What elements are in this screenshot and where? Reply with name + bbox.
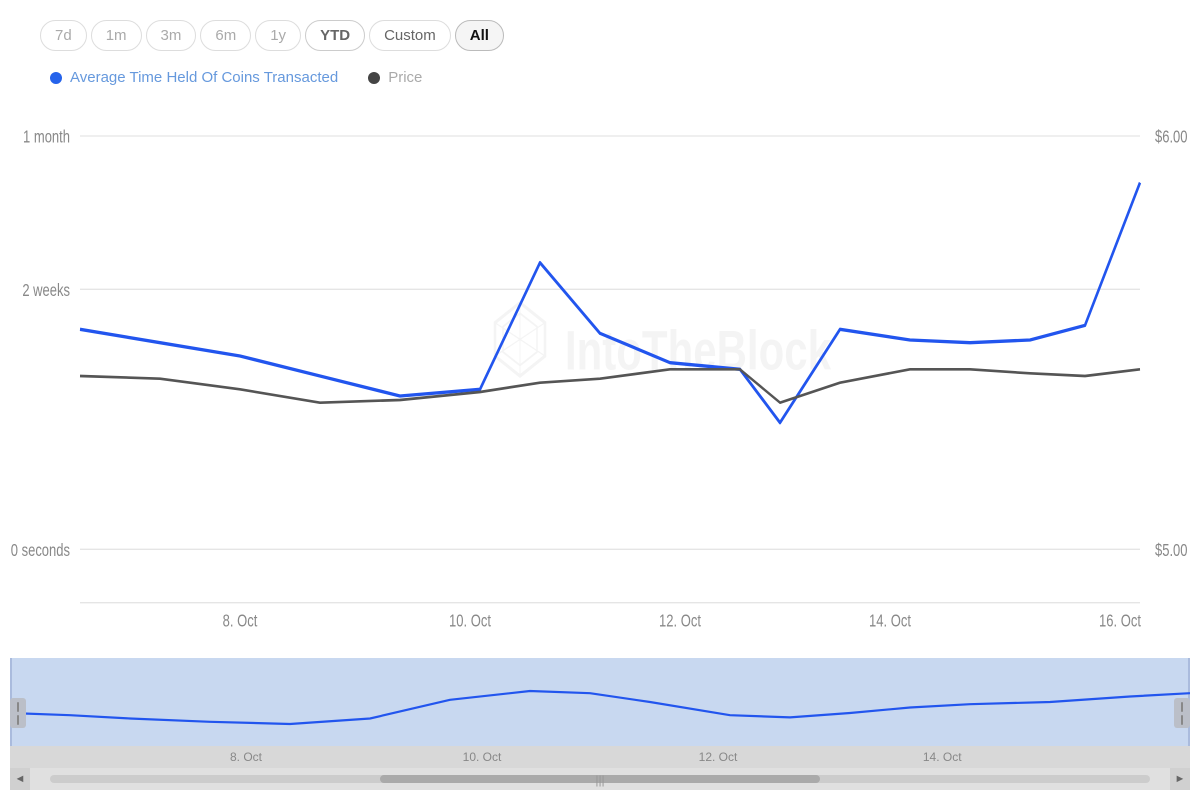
navigator-handle-right[interactable] <box>1174 698 1190 728</box>
svg-text:12. Oct: 12. Oct <box>659 612 702 631</box>
svg-text:IntoTheBlock: IntoTheBlock <box>565 320 831 382</box>
handle-lines-right <box>1181 702 1183 725</box>
legend-price: Price <box>368 69 422 86</box>
btn-all[interactable]: All <box>455 20 504 51</box>
svg-text:8. Oct: 8. Oct <box>223 612 258 631</box>
btn-1y[interactable]: 1y <box>255 20 301 51</box>
navigator-handle-left[interactable] <box>10 698 26 728</box>
scrollbar-area[interactable]: ◄ ||| ► <box>10 768 1190 790</box>
btn-6m[interactable]: 6m <box>200 20 251 51</box>
btn-7d[interactable]: 7d <box>40 20 87 51</box>
scroll-left-arrow[interactable]: ◄ <box>10 768 30 790</box>
main-container: 7d 1m 3m 6m 1y YTD Custom All Average Ti… <box>0 0 1200 800</box>
btn-3m[interactable]: 3m <box>146 20 197 51</box>
chart-wrapper: 1 month 2 weeks 0 seconds $6.00 $5.00 <box>10 96 1190 656</box>
svg-text:10. Oct: 10. Oct <box>449 612 492 631</box>
legend-dot-dark <box>368 72 380 84</box>
legend-label-price: Price <box>388 69 422 86</box>
legend-avg-time: Average Time Held Of Coins Transacted <box>50 69 338 86</box>
time-range-bar: 7d 1m 3m 6m 1y YTD Custom All <box>10 20 1190 51</box>
scrollbar-track[interactable]: ||| <box>50 775 1150 783</box>
btn-custom[interactable]: Custom <box>369 20 451 51</box>
svg-text:$6.00: $6.00 <box>1155 128 1188 147</box>
scroll-middle-icon: ||| <box>595 773 604 787</box>
btn-1m[interactable]: 1m <box>91 20 142 51</box>
svg-text:1 month: 1 month <box>23 128 70 147</box>
chart-legend: Average Time Held Of Coins Transacted Pr… <box>10 69 1190 86</box>
svg-text:2 weeks: 2 weeks <box>22 281 70 300</box>
chart-area: 1 month 2 weeks 0 seconds $6.00 $5.00 <box>10 96 1190 790</box>
btn-ytd[interactable]: YTD <box>305 20 365 51</box>
svg-text:$5.00: $5.00 <box>1155 541 1188 560</box>
svg-text:16. Oct: 16. Oct <box>1099 612 1142 631</box>
legend-label-avg-time: Average Time Held Of Coins Transacted <box>70 69 338 86</box>
nav-label-10oct: 10. Oct <box>463 750 502 764</box>
blue-line <box>80 183 1140 423</box>
navigator-labels: 8. Oct 10. Oct 12. Oct 14. Oct <box>10 746 1190 768</box>
legend-dot-blue <box>50 72 62 84</box>
navigator[interactable]: 8. Oct 10. Oct 12. Oct 14. Oct <box>10 658 1190 768</box>
svg-text:0 seconds: 0 seconds <box>11 541 71 560</box>
nav-label-8oct: 8. Oct <box>230 750 262 764</box>
handle-lines-left <box>17 702 19 725</box>
scroll-right-arrow[interactable]: ► <box>1170 768 1190 790</box>
navigator-svg <box>10 658 1190 746</box>
nav-label-14oct: 14. Oct <box>923 750 962 764</box>
svg-text:14. Oct: 14. Oct <box>869 612 912 631</box>
nav-label-12oct: 12. Oct <box>699 750 738 764</box>
main-chart-svg: 1 month 2 weeks 0 seconds $6.00 $5.00 <box>10 96 1190 656</box>
